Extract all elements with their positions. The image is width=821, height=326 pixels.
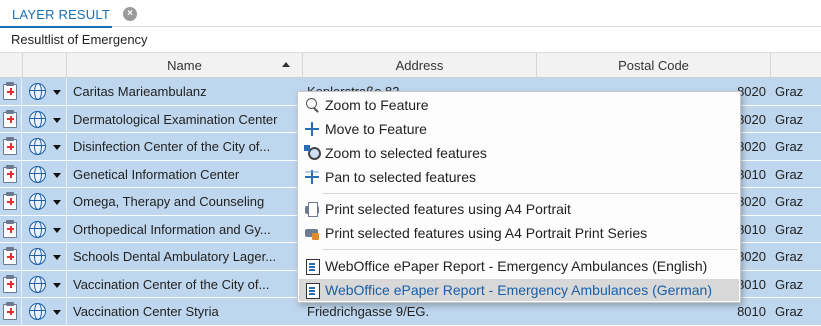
chevron-down-icon[interactable] [53, 255, 61, 260]
globe-icon[interactable] [29, 275, 46, 293]
chevron-down-icon[interactable] [53, 90, 61, 95]
menu-item-move-to-feature[interactable]: Move to Feature [299, 118, 739, 140]
cell-name: Disinfection Center of the City of... [73, 139, 271, 154]
menu-item-label: Print selected features using A4 Portrai… [325, 225, 648, 241]
globe-icon[interactable] [29, 83, 46, 100]
column-header-name[interactable]: Name [67, 53, 303, 78]
menu-item-label: Move to Feature [325, 121, 427, 137]
cell-city: Graz [775, 166, 804, 182]
menu-item-label: Zoom to selected features [325, 145, 487, 161]
column-header-city[interactable] [771, 53, 821, 78]
context-menu: Zoom to Feature Move to Feature Zoom to … [297, 91, 741, 303]
menu-item-label: WebOffice ePaper Report - Emergency Ambu… [325, 258, 708, 274]
menu-item-label: Pan to selected features [325, 169, 476, 185]
header-action-col [23, 53, 67, 78]
menu-item-label: WebOffice ePaper Report - Emergency Ambu… [325, 282, 712, 298]
globe-icon[interactable] [29, 220, 46, 238]
cell-city: Graz [775, 221, 804, 237]
tab-layer-result[interactable]: LAYER RESULT × [0, 0, 150, 28]
cell-city: Graz [775, 194, 804, 209]
chevron-down-icon[interactable] [53, 117, 61, 123]
column-header-name-label: Name [167, 58, 202, 73]
column-header-postal-code[interactable]: Postal Code [537, 53, 771, 78]
magnifier-icon [304, 97, 320, 113]
menu-item-pan-to-selected[interactable]: Pan to selected features [299, 166, 739, 188]
cell-city: Graz [775, 84, 804, 99]
menu-item-zoom-to-selected[interactable]: Zoom to selected features [299, 142, 739, 164]
chevron-down-icon[interactable] [53, 227, 61, 233]
header-icon-col [0, 53, 23, 78]
feature-icon[interactable] [3, 109, 17, 128]
feature-icon[interactable] [3, 164, 17, 183]
cell-city: Graz [775, 249, 804, 264]
menu-item-print-a4-portrait[interactable]: Print selected features using A4 Portrai… [299, 198, 739, 220]
report-icon [304, 282, 320, 299]
grid-header: Name Address Postal Code [0, 52, 821, 78]
globe-icon[interactable] [29, 165, 46, 183]
feature-icon[interactable] [3, 82, 17, 100]
cell-name: Vaccination Center Styria [73, 304, 219, 319]
tab-label[interactable]: LAYER RESULT [12, 7, 110, 22]
menu-item-label: Zoom to Feature [325, 97, 429, 113]
cell-name: Caritas Marieambulanz [73, 84, 207, 99]
menu-item-zoom-to-feature[interactable]: Zoom to Feature [299, 94, 739, 116]
move-arrows-icon [304, 121, 320, 137]
menu-item-print-a4-series[interactable]: Print selected features using A4 Portrai… [299, 222, 739, 244]
chevron-down-icon[interactable] [53, 310, 61, 315]
menu-separator [322, 193, 738, 194]
feature-icon[interactable] [3, 219, 17, 238]
column-header-postal-label: Postal Code [618, 58, 689, 73]
chevron-down-icon[interactable] [53, 172, 61, 178]
chevron-down-icon[interactable] [53, 145, 61, 150]
chevron-down-icon[interactable] [53, 200, 61, 205]
printer-icon [304, 201, 320, 217]
cell-name: Orthopedical Information and Gy... [73, 221, 271, 237]
tab-bar: LAYER RESULT × [0, 0, 821, 28]
pan-icon [304, 169, 320, 185]
globe-icon[interactable] [29, 248, 46, 265]
globe-icon[interactable] [29, 303, 46, 320]
feature-icon[interactable] [3, 247, 17, 265]
result-list-title: Resultlist of Emergency [11, 32, 148, 47]
tab-active-indicator [0, 26, 112, 28]
zoom-selection-icon [304, 145, 321, 161]
globe-icon[interactable] [29, 110, 46, 128]
print-series-icon [304, 225, 320, 241]
menu-item-label: Print selected features using A4 Portrai… [325, 201, 571, 217]
menu-item-epaper-german[interactable]: WebOffice ePaper Report - Emergency Ambu… [299, 279, 739, 301]
cell-city: Graz [775, 276, 804, 292]
feature-icon[interactable] [3, 192, 17, 210]
column-header-address-label: Address [395, 58, 444, 73]
cell-city: Graz [775, 111, 804, 127]
feature-icon[interactable] [3, 137, 17, 155]
menu-item-epaper-english[interactable]: WebOffice ePaper Report - Emergency Ambu… [299, 255, 739, 277]
globe-icon[interactable] [29, 193, 46, 210]
cell-name: Dermatological Examination Center [73, 111, 278, 127]
cell-name: Vaccination Center of the City of... [73, 276, 270, 292]
cell-city: Graz [775, 139, 804, 154]
cell-name: Omega, Therapy and Counseling [73, 194, 265, 209]
chevron-down-icon[interactable] [53, 282, 61, 288]
close-icon[interactable]: × [123, 7, 137, 21]
sort-ascending-icon [282, 62, 290, 67]
globe-icon[interactable] [29, 138, 46, 155]
report-icon [304, 258, 320, 275]
cell-name: Schools Dental Ambulatory Lager... [73, 249, 277, 264]
feature-icon[interactable] [3, 274, 17, 293]
column-header-address[interactable]: Address [303, 53, 537, 78]
cell-name: Genetical Information Center [73, 166, 240, 182]
feature-icon[interactable] [3, 302, 17, 320]
cell-city: Graz [775, 304, 804, 319]
menu-separator [322, 249, 738, 250]
